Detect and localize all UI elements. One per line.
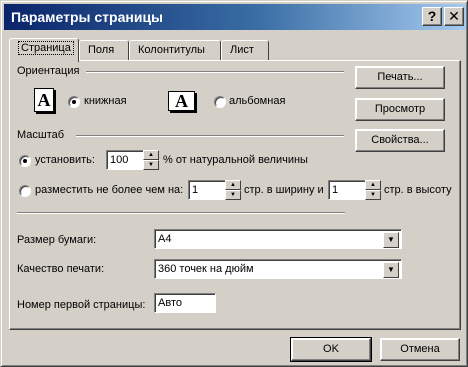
paper-size-value: A4 xyxy=(158,233,172,245)
portrait-icon-glyph: A xyxy=(37,90,51,110)
landscape-icon-glyph: A xyxy=(175,91,188,111)
tab-sheet[interactable]: Лист xyxy=(221,40,269,60)
portrait-page-icon: A xyxy=(34,88,54,112)
scale-set-radio[interactable] xyxy=(19,155,31,167)
section-divider xyxy=(17,212,345,214)
fit-wide-suffix: стр. в ширину и xyxy=(244,184,324,196)
scale-percent-spinner[interactable]: ▲ ▼ xyxy=(143,150,159,170)
paper-size-label: Размер бумаги: xyxy=(17,234,97,246)
window-title: Параметры страницы xyxy=(11,9,164,25)
scale-fit-label[interactable]: разместить не более чем на: xyxy=(35,184,183,196)
spin-down-icon[interactable]: ▼ xyxy=(365,190,381,200)
scale-percent-field[interactable]: 100 xyxy=(106,150,144,170)
first-page-field[interactable]: Авто xyxy=(154,293,216,313)
spin-down-icon[interactable]: ▼ xyxy=(225,190,241,200)
paper-size-select[interactable]: A4 ▼ xyxy=(154,229,402,249)
landscape-page-icon: A xyxy=(168,91,195,111)
landscape-label[interactable]: альбомная xyxy=(229,95,285,107)
print-quality-value: 360 точек на дюйм xyxy=(158,263,254,275)
portrait-label[interactable]: книжная xyxy=(84,95,127,107)
fit-pages-tall-field[interactable]: 1 xyxy=(328,180,366,200)
ok-button[interactable]: OK xyxy=(290,337,372,362)
orientation-divider xyxy=(86,71,344,73)
spin-up-icon[interactable]: ▲ xyxy=(365,180,381,190)
first-page-label: Номер первой страницы: xyxy=(17,299,146,311)
landscape-radio[interactable] xyxy=(214,96,226,108)
tab-page[interactable]: Страница xyxy=(9,38,79,62)
dropdown-arrow-icon[interactable]: ▼ xyxy=(383,262,399,278)
spin-up-icon[interactable]: ▲ xyxy=(143,150,159,160)
tab-panel-page: Ориентация A книжная A альбомная Печать.… xyxy=(9,60,461,330)
spin-up-icon[interactable]: ▲ xyxy=(225,180,241,190)
close-button[interactable]: ✕ xyxy=(444,7,464,26)
tab-page-label: Страница xyxy=(18,41,74,55)
print-quality-label: Качество печати: xyxy=(17,263,105,275)
tab-headers-footers[interactable]: Колонтитулы xyxy=(129,40,221,60)
cancel-button[interactable]: Отмена xyxy=(380,338,460,361)
scale-divider xyxy=(76,135,344,137)
title-bar[interactable]: Параметры страницы ? ✕ xyxy=(4,4,466,30)
fit-pages-wide-spinner[interactable]: ▲ ▼ xyxy=(225,180,241,200)
spin-down-icon[interactable]: ▼ xyxy=(143,160,159,170)
scale-heading: Масштаб xyxy=(17,129,65,141)
orientation-heading: Ориентация xyxy=(17,65,80,77)
print-quality-select[interactable]: 360 точек на дюйм ▼ xyxy=(154,259,402,279)
dropdown-arrow-icon[interactable]: ▼ xyxy=(383,232,399,248)
tab-margins[interactable]: Поля xyxy=(79,40,129,60)
scale-fit-radio[interactable] xyxy=(19,185,31,197)
scale-set-suffix: % от натуральной величины xyxy=(163,154,308,166)
help-button[interactable]: ? xyxy=(422,7,442,26)
fit-tall-suffix: стр. в высоту xyxy=(384,184,452,196)
portrait-radio[interactable] xyxy=(68,96,80,108)
fit-pages-tall-spinner[interactable]: ▲ ▼ xyxy=(365,180,381,200)
properties-button[interactable]: Свойства... xyxy=(355,129,445,152)
print-button[interactable]: Печать... xyxy=(355,66,445,89)
fit-pages-wide-field[interactable]: 1 xyxy=(188,180,226,200)
scale-set-label[interactable]: установить: xyxy=(35,154,95,166)
preview-button[interactable]: Просмотр xyxy=(355,98,445,121)
page-setup-dialog: Параметры страницы ? ✕ Страница Поля Кол… xyxy=(0,0,468,367)
